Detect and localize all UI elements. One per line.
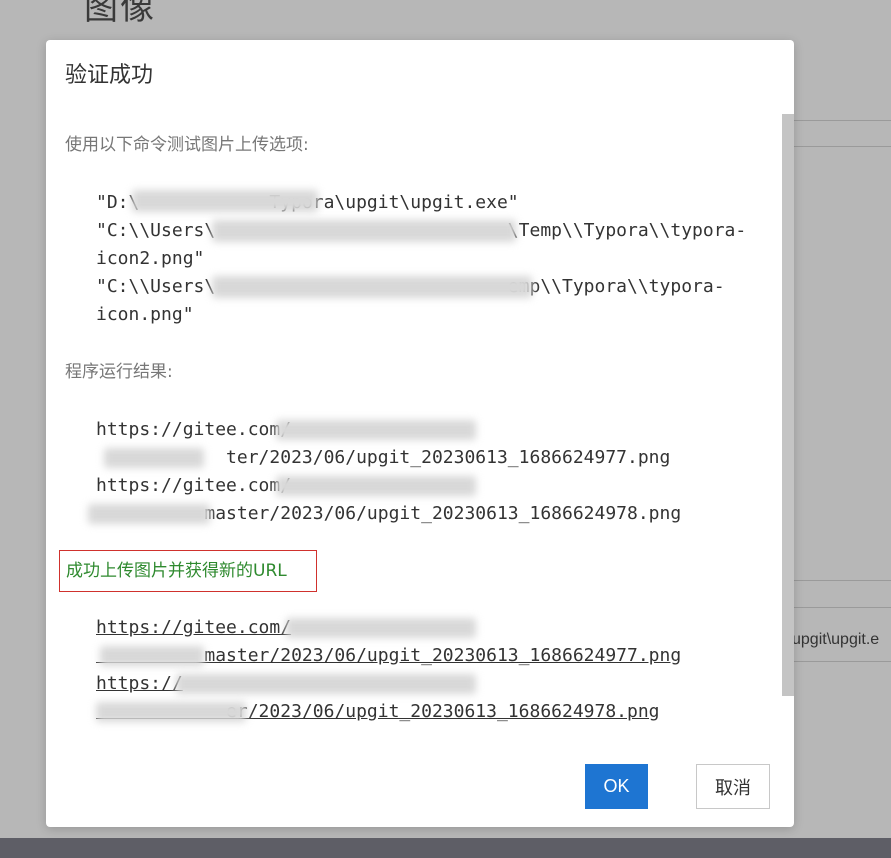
background-divider [794, 580, 891, 581]
success-message: 成功上传图片并获得新的URL [66, 561, 287, 581]
result-label: 程序运行结果: [65, 362, 173, 382]
background-divider [794, 146, 891, 147]
command-line: icon2.png" [96, 248, 205, 269]
redacted-region [132, 190, 318, 212]
redacted-region [100, 646, 204, 666]
redacted-region [104, 448, 204, 468]
cancel-button[interactable]: 取消 [696, 764, 770, 809]
result-line: https://gitee.com/ [96, 475, 292, 496]
redacted-region [212, 220, 516, 242]
background-heading: 图像 [84, 0, 156, 28]
redacted-region [276, 420, 476, 440]
redacted-region [176, 674, 476, 694]
uploaded-url-link[interactable]: https://gitee.com/ [96, 614, 291, 642]
background-path-field[interactable]: upgit\upgit.e [792, 631, 879, 649]
background-bottom-bar [0, 838, 891, 858]
result-line: https://gitee.com/ [96, 419, 292, 440]
redacted-region [88, 504, 210, 524]
dialog-title: 验证成功 [65, 63, 154, 88]
dialog-scrollbar[interactable] [782, 114, 794, 696]
ok-button[interactable]: OK [585, 764, 648, 809]
background-divider [794, 607, 891, 608]
success-highlight-box: 成功上传图片并获得新的URL [59, 550, 317, 592]
redacted-region [276, 476, 476, 496]
redacted-region [96, 702, 246, 722]
uploaded-url-link[interactable]: https:// [96, 670, 183, 698]
verify-success-dialog: 验证成功 使用以下命令测试图片上传选项: "D:\ Typora\upgit\u… [46, 40, 794, 827]
command-label: 使用以下命令测试图片上传选项: [65, 135, 309, 155]
command-line: icon.png" [96, 304, 194, 325]
background-divider [794, 120, 891, 121]
redacted-region [212, 276, 532, 298]
redacted-region [286, 618, 476, 638]
background-divider [794, 661, 891, 662]
